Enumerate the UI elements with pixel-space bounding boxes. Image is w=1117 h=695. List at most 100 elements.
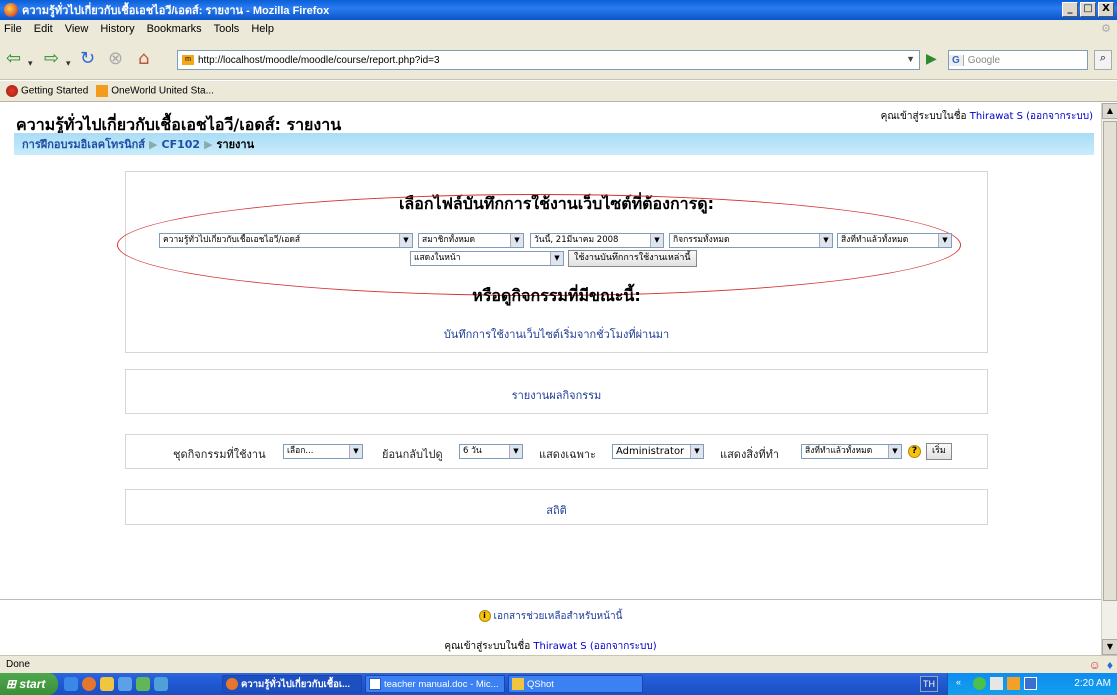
start-button[interactable]: ⊞ start [0, 673, 58, 695]
course-select[interactable]: ความรู้ทั่วไปเกี่ยวกับเชื้อเอชไอวี/เอดส์… [159, 233, 413, 248]
lookback-select-value: 6 วัน [463, 446, 482, 456]
folder-icon[interactable] [100, 677, 114, 691]
go-button[interactable]: เริ่ม [926, 443, 952, 460]
stop-icon[interactable]: ⊗ [108, 49, 123, 69]
show-actions-select[interactable]: สิ่งที่ทำแล้วทั้งหมด ▼ [801, 444, 902, 459]
scroll-down-icon[interactable]: ▼ [1102, 639, 1117, 655]
footer-user-link[interactable]: Thirawat S [533, 641, 586, 652]
help-icon[interactable]: ? [908, 445, 921, 458]
scroll-thumb[interactable] [1103, 121, 1117, 601]
smiley-icon: ☺ [1088, 658, 1101, 672]
chevron-down-icon: ▼ [510, 234, 523, 247]
footer-help[interactable]: i เอกสารช่วยเหลือสำหรับหน้านี้ [0, 609, 1101, 624]
search-engine-icon[interactable]: G [949, 54, 964, 66]
firefox-quick-icon[interactable] [82, 677, 96, 691]
ie-icon[interactable] [64, 677, 78, 691]
word-icon [369, 678, 381, 690]
page-content: ความรู้ทั่วไปเกี่ยวกับเชื้อเอชไอวี/เอดส์… [0, 103, 1101, 655]
display-select-value: แสดงในหน้า [414, 253, 461, 263]
display-tray-icon[interactable] [1024, 677, 1037, 690]
network-tray-icon[interactable] [1007, 677, 1020, 690]
forward-dropdown-icon[interactable]: ▾ [66, 54, 71, 74]
lookback-select[interactable]: 6 วัน ▼ [459, 444, 523, 459]
go-icon[interactable]: ▶ [926, 51, 937, 67]
reload-icon[interactable]: ↻ [80, 49, 95, 69]
bookmarks-toolbar: Getting Started OneWorld United Sta... [0, 81, 1117, 102]
search-input[interactable]: G Google [948, 50, 1088, 70]
task-word[interactable]: teacher manual.doc - Mic... [365, 675, 505, 693]
back-icon[interactable]: ⇦ [6, 49, 21, 69]
moodle-favicon-icon: m [182, 55, 194, 65]
breadcrumb-course[interactable]: CF102 [162, 138, 201, 151]
scroll-up-icon[interactable]: ▲ [1102, 103, 1117, 119]
date-select-value: วันนี้, 21มีนาคม 2008 [534, 235, 619, 245]
show-only-label: แสดงเฉพาะ [539, 448, 596, 461]
bookmark-getting-started[interactable]: Getting Started [6, 85, 88, 97]
activities-select[interactable]: กิจกรรมทั้งหมด ▼ [669, 233, 833, 248]
stats-link[interactable]: สถิติ [126, 501, 987, 519]
menu-help[interactable]: Help [251, 23, 274, 35]
menu-tools[interactable]: Tools [214, 23, 240, 35]
activity-report-panel: รายงานผลกิจกรรม [125, 369, 988, 414]
vertical-scrollbar[interactable]: ▲ ▼ [1101, 103, 1117, 655]
task-firefox[interactable]: ความรู้ทั่วไปเกี่ยวกับเชื้อเ... [222, 675, 362, 693]
breadcrumb-site[interactable]: การฝึกอบรมอิเลคโทรนิกส์ [22, 135, 145, 153]
activity-select[interactable]: เลือก... ▼ [283, 444, 363, 459]
menu-bookmarks[interactable]: Bookmarks [147, 23, 202, 35]
logout-link[interactable]: (ออกจากระบบ) [1026, 111, 1093, 122]
menu-history[interactable]: History [100, 23, 134, 35]
task-qshot[interactable]: QShot [508, 675, 643, 693]
chevron-down-icon: ▼ [690, 445, 703, 458]
chevron-left-icon[interactable]: « [956, 677, 969, 690]
login-prefix: คุณเข้าสู่ระบบในชื่อ [444, 641, 531, 652]
minimize-button[interactable]: _ [1062, 2, 1078, 17]
task-label: QShot [527, 679, 554, 690]
status-icons: ☺ ♦ [1089, 657, 1113, 674]
lookback-label: ย้อนกลับไปดู [382, 448, 443, 461]
show-actions-select-value: สิ่งที่ทำแล้วทั้งหมด [805, 446, 873, 456]
live-logs-link[interactable]: บันทึกการใช้งานเว็บไซต์เริ่มจากชั่วโมงที… [126, 325, 987, 343]
close-button[interactable]: X [1098, 2, 1114, 17]
messenger-tray-icon[interactable] [973, 677, 986, 690]
breadcrumb-current: รายงาน [216, 138, 255, 151]
breadcrumb-separator-icon: ▶ [149, 137, 158, 151]
task-label: teacher manual.doc - Mic... [384, 679, 499, 690]
display-select[interactable]: แสดงในหน้า ▼ [410, 251, 564, 266]
actions-select[interactable]: สิ่งที่ทำแล้วทั้งหมด ▼ [837, 233, 952, 248]
url-bar[interactable]: m http://localhost/moodle/moodle/course/… [177, 50, 920, 70]
chevron-down-icon: ▼ [819, 234, 832, 247]
quick-launch [64, 677, 168, 691]
network-icon[interactable] [154, 677, 168, 691]
members-select[interactable]: สมาชิกทั้งหมด ▼ [418, 233, 524, 248]
throbber-icon: ⚙ [1101, 23, 1111, 35]
forward-icon[interactable]: ⇨ [44, 49, 59, 69]
role-select[interactable]: Administrator ▼ [612, 444, 704, 459]
url-text: http://localhost/moodle/moodle/course/re… [198, 54, 440, 66]
footer-logout-link[interactable]: (ออกจากระบบ) [590, 641, 657, 652]
role-select-value: Administrator [616, 446, 685, 457]
menu-edit[interactable]: Edit [34, 23, 53, 35]
menu-view[interactable]: View [65, 23, 89, 35]
footer-help-link[interactable]: เอกสารช่วยเหลือสำหรับหน้านี้ [494, 611, 623, 622]
date-select[interactable]: วันนี้, 21มีนาคม 2008 ▼ [530, 233, 664, 248]
getting-started-icon [6, 85, 18, 97]
url-dropdown-icon[interactable]: ▼ [906, 54, 915, 64]
participation-panel: ชุดกิจกรรมที่ใช้งาน เลือก... ▼ ย้อนกลับไป… [125, 434, 988, 469]
maximize-button[interactable]: □ [1080, 2, 1096, 17]
get-logs-button[interactable]: ใช้งานบันทึกการใช้งานเหล่านี้ [568, 250, 697, 267]
window-titlebar: ความรู้ทั่วไปเกี่ยวกับเชื้อเอชไอวี/เอดส์… [0, 0, 1117, 20]
bookmark-oneworld[interactable]: OneWorld United Sta... [96, 85, 214, 97]
desktop-icon[interactable] [118, 677, 132, 691]
user-link[interactable]: Thirawat S [970, 111, 1023, 122]
messenger-icon[interactable] [136, 677, 150, 691]
volume-icon[interactable] [990, 677, 1003, 690]
search-placeholder: Google [967, 54, 1001, 66]
or-heading: หรือดูกิจกรรมที่มีขณะนี้: [472, 286, 641, 305]
activity-report-link[interactable]: รายงานผลกิจกรรม [126, 386, 987, 404]
home-icon[interactable]: ⌂ [138, 49, 149, 69]
menu-file[interactable]: File [4, 23, 22, 35]
language-indicator[interactable]: TH [920, 676, 938, 692]
search-icon[interactable]: ⌕ [1094, 50, 1112, 70]
back-dropdown-icon[interactable]: ▾ [28, 54, 33, 74]
task-label: ความรู้ทั่วไปเกี่ยวกับเชื้อเ... [241, 679, 351, 690]
